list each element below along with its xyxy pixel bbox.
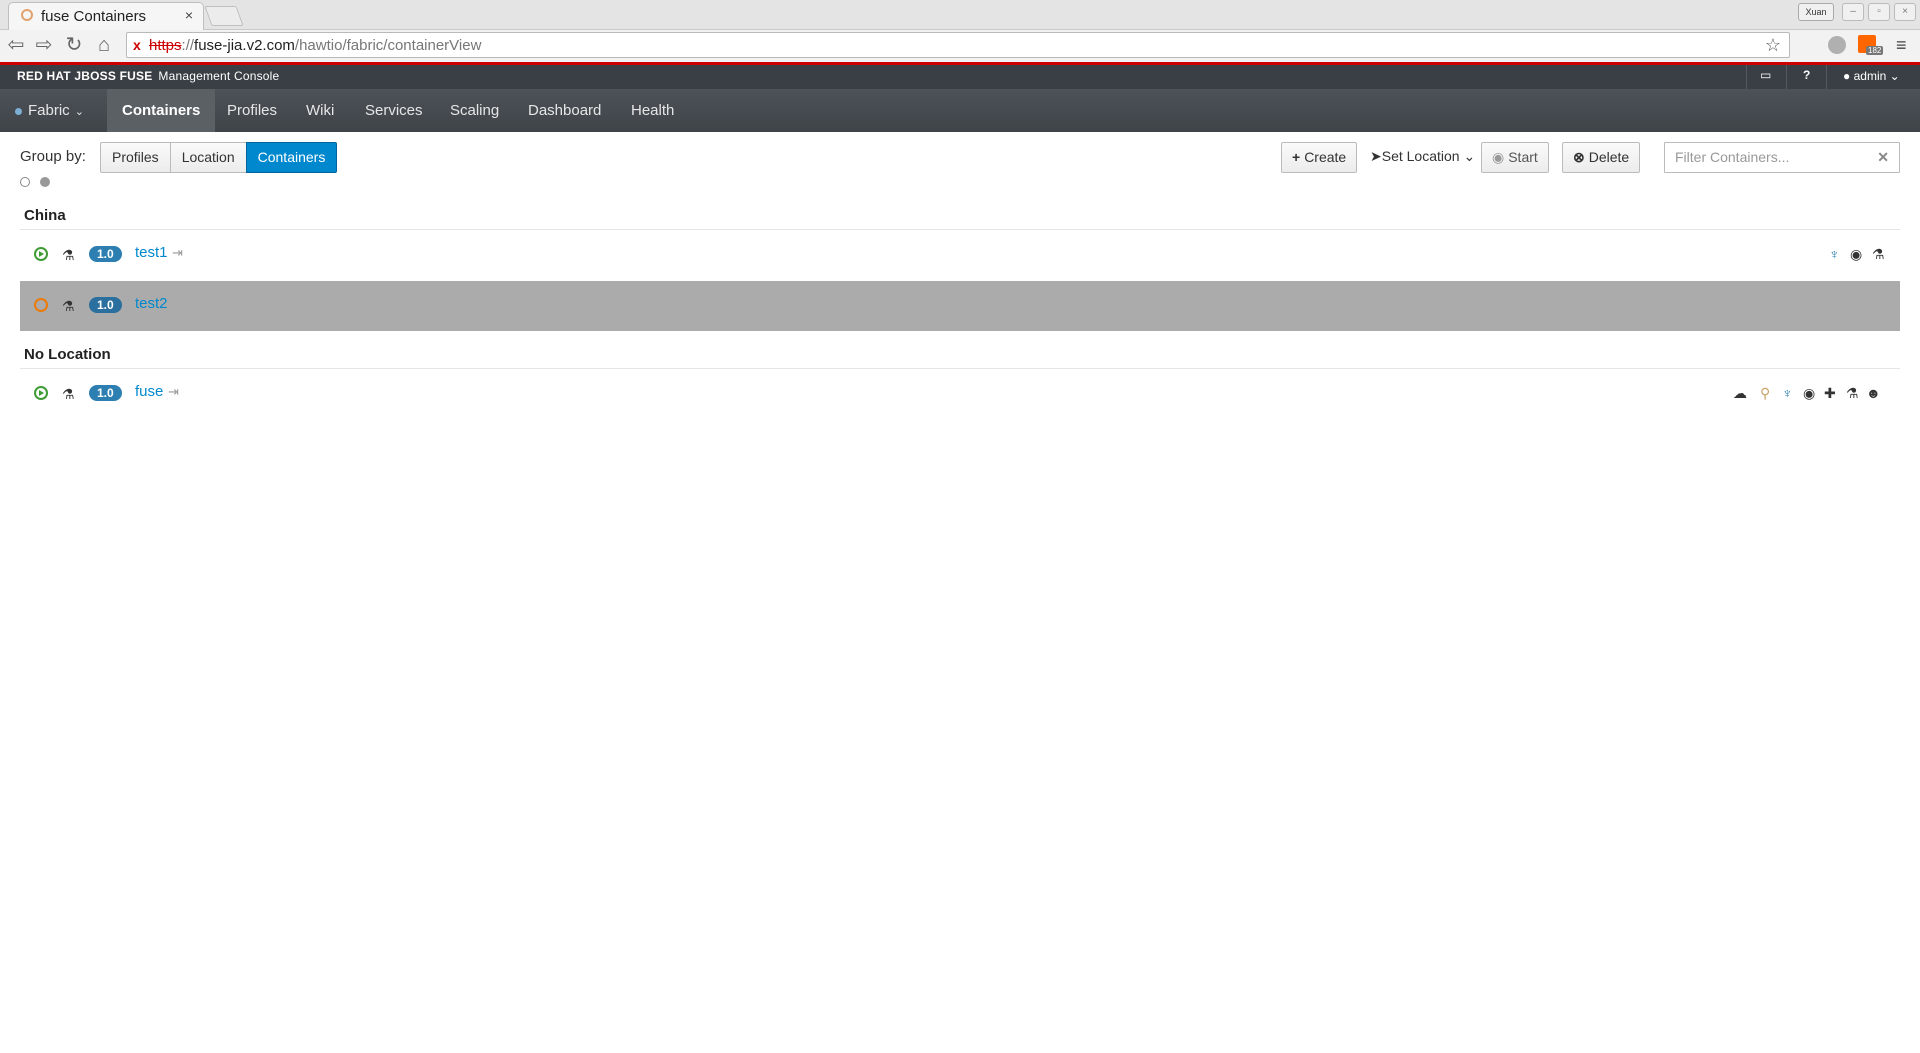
view-toggle-filled[interactable]	[40, 177, 50, 187]
brand: RED HAT JBOSS FUSE Management Console	[17, 69, 280, 83]
nav-scaling[interactable]: Scaling	[435, 89, 514, 132]
eye-icon: ◉	[1850, 246, 1863, 262]
search-icon: ⚲	[1760, 385, 1771, 401]
group-by-selector: Profiles Location Containers	[100, 142, 338, 173]
version-badge: 1.0	[89, 246, 122, 262]
group-title: No Location	[24, 346, 111, 363]
container-row[interactable]: ⚗ 1.0 test1 ⇥ ♆ ◉ ⚗	[20, 230, 1900, 280]
user-menu[interactable]: ● admin ⌄	[1843, 69, 1900, 83]
flask-icon: ⚗	[1846, 385, 1859, 401]
container-row[interactable]: ⚗ 1.0 test2	[20, 281, 1900, 331]
main-nav: Fabric ⌄ Containers Profiles Wiki Service…	[0, 89, 1920, 132]
window-close-icon[interactable]: ×	[1894, 3, 1916, 21]
chevron-down-icon: ⌄	[74, 106, 84, 118]
flask-icon: ⚗	[1872, 246, 1885, 262]
eye-icon: ◉	[1803, 385, 1816, 401]
set-location-dropdown[interactable]: ➤Set Location ⌄	[1370, 148, 1475, 165]
nav-fabric-dropdown[interactable]: Fabric ⌄	[0, 89, 99, 132]
group-title: China	[24, 207, 66, 224]
running-status-icon	[34, 247, 48, 261]
users-icon: ☻	[1866, 385, 1881, 401]
home-icon[interactable]: ⌂	[92, 33, 116, 57]
browser-toolbar: ⇦ ⇨ ↻ ⌂ x https://fuse-jia.v2.com/hawtio…	[0, 30, 1920, 62]
flask-icon: ⚗	[62, 386, 75, 402]
login-icon[interactable]: ⇥	[172, 245, 183, 261]
version-badge: 1.0	[89, 297, 122, 313]
chevron-down-icon: ⌄	[1459, 148, 1476, 164]
create-button[interactable]: + Create	[1281, 142, 1358, 173]
nav-dashboard[interactable]: Dashboard	[513, 89, 616, 132]
app-header: RED HAT JBOSS FUSE Management Console ▭ ?…	[0, 62, 1920, 89]
globe-extension-icon[interactable]	[1828, 36, 1846, 54]
container-name-link[interactable]: test2	[135, 295, 168, 312]
nav-containers[interactable]: Containers	[107, 89, 216, 132]
flask-icon: ⚗	[62, 247, 75, 263]
puzzle-icon: ✚	[1824, 385, 1836, 401]
bookmark-star-icon[interactable]: ☆	[1765, 35, 1781, 56]
tab-close-icon[interactable]: ×	[185, 7, 193, 23]
clear-filter-icon[interactable]: ✕	[1877, 149, 1889, 166]
url-text: https://fuse-jia.v2.com/hawtio/fabric/co…	[149, 37, 482, 54]
container-name-link[interactable]: fuse	[135, 383, 163, 400]
maximize-icon[interactable]: ▫	[1868, 3, 1890, 21]
browser-tabstrip: fuse Containers × Xuan – ▫ ×	[0, 0, 1920, 30]
nav-health[interactable]: Health	[616, 89, 689, 132]
address-bar[interactable]: x https://fuse-jia.v2.com/hawtio/fabric/…	[126, 32, 1790, 58]
reload-icon[interactable]: ↻	[62, 33, 86, 57]
start-button[interactable]: ◉ Start	[1481, 142, 1549, 173]
container-name-link[interactable]: test1	[135, 244, 168, 261]
nav-wiki[interactable]: Wiki	[291, 89, 349, 132]
extension-badge: 182	[1866, 46, 1884, 55]
group-by-containers[interactable]: Containers	[245, 142, 338, 173]
fabric-icon	[15, 107, 22, 115]
group-by-label: Group by:	[20, 148, 86, 165]
location-arrow-icon: ➤	[1370, 148, 1382, 164]
browser-tab[interactable]: fuse Containers ×	[8, 2, 204, 30]
container-row[interactable]: ⚗ 1.0 fuse ⇥ ☁ ⚲ ♆ ◉ ✚ ⚗ ☻	[20, 369, 1900, 419]
filter-input[interactable]	[1673, 148, 1877, 166]
version-badge: 1.0	[89, 385, 122, 401]
profile-badge[interactable]: Xuan	[1798, 3, 1834, 21]
tab-title: fuse Containers	[41, 8, 147, 25]
flask-icon: ⚗	[62, 298, 75, 314]
header-divider	[1826, 65, 1827, 89]
play-circle-icon: ◉	[1492, 149, 1505, 165]
forward-icon[interactable]: ⇨	[32, 33, 56, 57]
fabric-provider-icon: ♆	[1829, 246, 1840, 262]
starting-status-icon	[34, 298, 48, 312]
cloud-icon: ☁	[1733, 385, 1747, 401]
plus-icon: +	[1292, 149, 1301, 165]
group-by-location[interactable]: Location	[169, 142, 247, 173]
login-icon[interactable]: ⇥	[168, 384, 179, 400]
back-icon[interactable]: ⇦	[4, 33, 28, 57]
nav-profiles[interactable]: Profiles	[212, 89, 292, 132]
delete-button[interactable]: ⊗ Delete	[1562, 142, 1641, 173]
insecure-icon: x	[133, 37, 141, 53]
header-divider	[1786, 65, 1787, 89]
monitor-icon[interactable]: ▭	[1760, 68, 1771, 82]
chevron-down-icon: ⌄	[1889, 69, 1900, 83]
browser-menu-icon[interactable]: ≡	[1896, 35, 1907, 56]
nav-services[interactable]: Services	[350, 89, 438, 132]
group-by-profiles[interactable]: Profiles	[100, 142, 171, 173]
user-icon: ●	[1843, 69, 1851, 83]
filter-containers: ✕	[1664, 142, 1900, 173]
favicon-icon	[21, 9, 33, 21]
view-toggle-empty[interactable]	[20, 177, 30, 187]
new-tab-button[interactable]	[204, 6, 244, 26]
help-icon[interactable]: ?	[1803, 68, 1810, 82]
running-status-icon	[34, 386, 48, 400]
fabric-provider-icon: ♆	[1782, 385, 1793, 401]
remove-circle-icon: ⊗	[1573, 149, 1585, 165]
minimize-icon[interactable]: –	[1842, 3, 1864, 21]
header-divider	[1746, 65, 1747, 89]
